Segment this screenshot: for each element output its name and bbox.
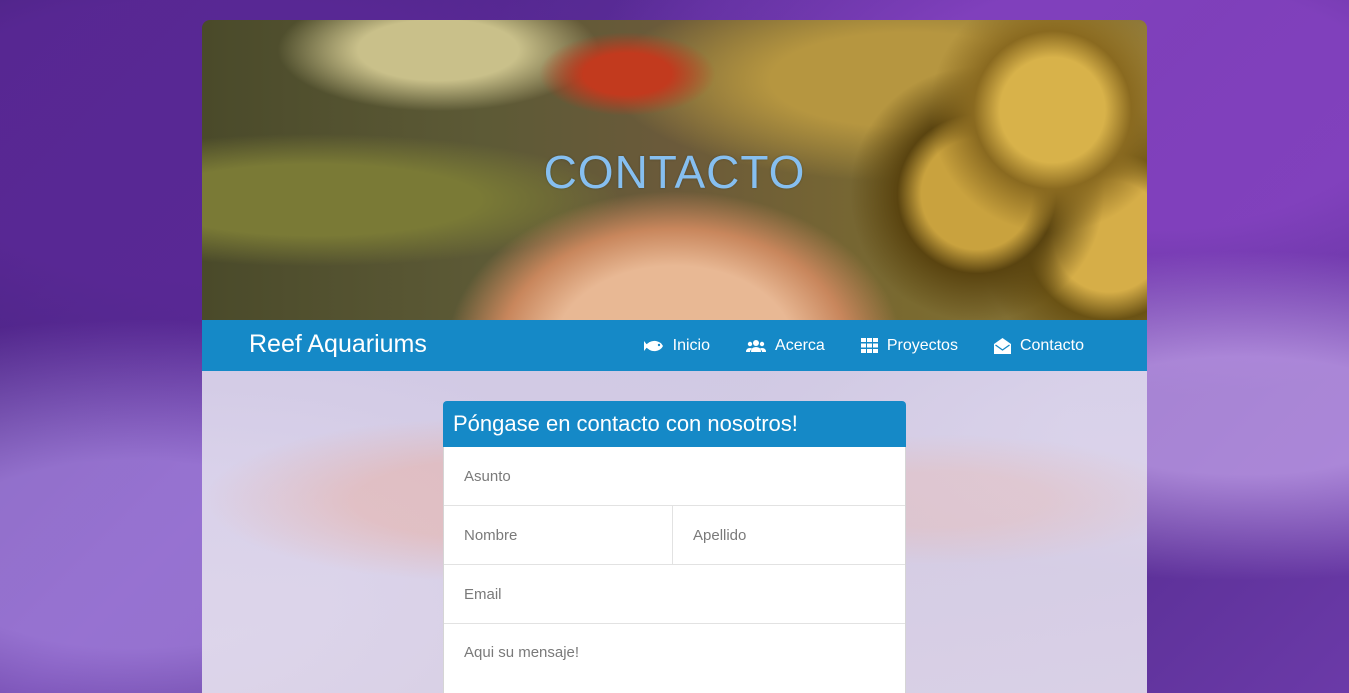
- nav-item-acerca[interactable]: Acerca: [746, 337, 825, 355]
- nav-item-label: Proyectos: [886, 336, 958, 354]
- users-icon: [746, 339, 767, 353]
- message-textarea[interactable]: Aqui su mensaje!: [444, 624, 905, 693]
- name-row: Nombre Apellido: [444, 506, 905, 565]
- form-body: Asunto Nombre Apellido Email Aqui su men…: [443, 447, 906, 693]
- last-name-input[interactable]: Apellido: [673, 506, 905, 564]
- nav-menu: Inicio Acerca Proyectos Contacto: [643, 320, 1084, 371]
- nav-item-inicio[interactable]: Inicio: [643, 336, 711, 355]
- form-heading: Póngase en contacto con nosotros!: [443, 401, 906, 447]
- first-name-input[interactable]: Nombre: [444, 506, 673, 564]
- email-input[interactable]: Email: [444, 565, 905, 624]
- grid-icon: [860, 338, 878, 353]
- page-title: CONTACTO: [543, 146, 806, 198]
- brand-link[interactable]: Reef Aquariums: [249, 330, 427, 359]
- contact-form: Póngase en contacto con nosotros! Asunto…: [443, 401, 906, 693]
- content-area: Póngase en contacto con nosotros! Asunto…: [202, 371, 1147, 693]
- envelope-open-icon: [993, 337, 1011, 354]
- nav-item-label: Inicio: [672, 336, 711, 354]
- nav-item-label: Acerca: [775, 336, 825, 354]
- hero-banner: CONTACTO: [202, 20, 1147, 320]
- nav-item-label: Contacto: [1019, 336, 1084, 354]
- fish-icon: [643, 339, 664, 353]
- nav-item-contacto[interactable]: Contacto: [993, 336, 1084, 355]
- nav-item-proyectos[interactable]: Proyectos: [860, 336, 958, 355]
- subject-input[interactable]: Asunto: [444, 447, 905, 506]
- page-container: CONTACTO Reef Aquariums Inicio Acerca Pr…: [202, 20, 1147, 693]
- navbar: Reef Aquariums Inicio Acerca Proyectos C…: [202, 320, 1147, 371]
